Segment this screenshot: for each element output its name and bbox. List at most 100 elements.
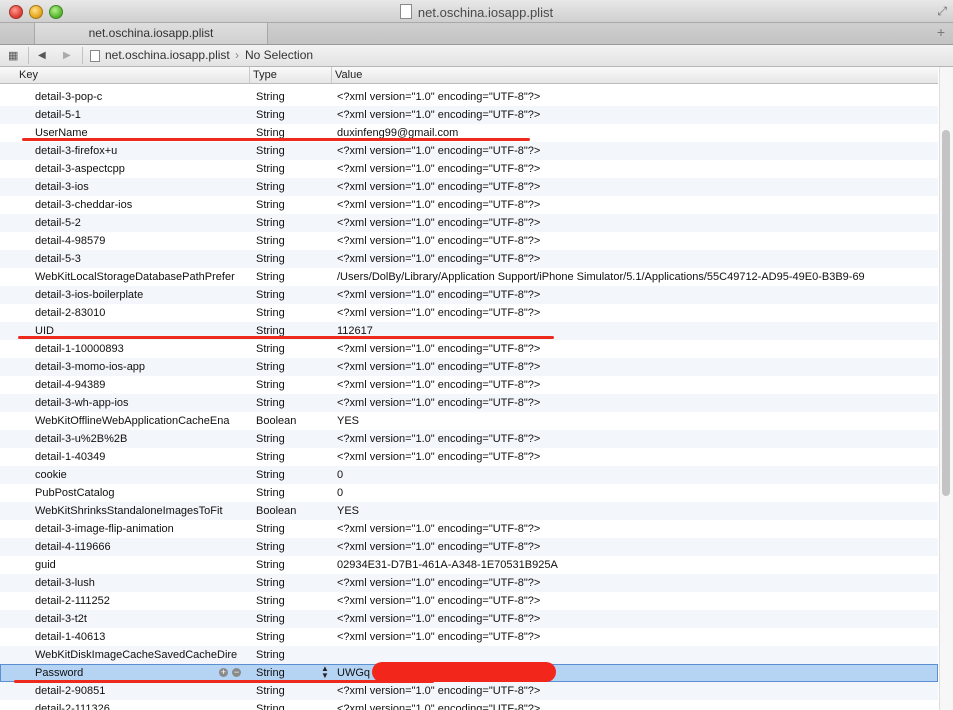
column-value-header[interactable]: Value — [335, 69, 362, 81]
row-type[interactable]: String — [256, 559, 326, 571]
row-key[interactable]: detail-3-image-flip-animation — [35, 523, 247, 535]
row-key[interactable]: detail-4-119666 — [35, 541, 247, 553]
table-row[interactable]: detail-4-98579 String <?xml version="1.0" … — [0, 232, 938, 250]
row-key[interactable]: detail-2-111326 — [35, 703, 247, 710]
table-row[interactable]: PubPostCatalog String 0 — [0, 484, 938, 502]
table-row[interactable]: WebKitShrinksStandaloneImagesToFit Boolea… — [0, 502, 938, 520]
row-value[interactable]: <?xml version="1.0" encoding="UTF-8"?> — [337, 145, 937, 157]
row-type[interactable]: String — [256, 523, 326, 535]
row-value[interactable]: 0 — [337, 487, 937, 499]
row-value[interactable]: <?xml version="1.0" encoding="UTF-8"?> — [337, 613, 937, 625]
row-type[interactable]: String — [256, 235, 326, 247]
row-key[interactable]: detail-5-2 — [35, 217, 247, 229]
row-type[interactable]: String — [256, 685, 326, 697]
row-type[interactable]: String — [256, 397, 326, 409]
row-type[interactable]: String — [256, 649, 326, 661]
table-row[interactable]: detail-3-momo-ios-app String <?xml version… — [0, 358, 938, 376]
row-value[interactable]: YES — [337, 505, 937, 517]
table-row[interactable]: detail-3-t2t String <?xml version="1.0" en… — [0, 610, 938, 628]
row-value[interactable]: YES — [337, 415, 937, 427]
table-row[interactable]: guid String 02934E31-D7B1-461A-A348-1E7053… — [0, 556, 938, 574]
row-value[interactable]: <?xml version="1.0" encoding="UTF-8"?> — [337, 343, 937, 355]
row-type[interactable]: Boolean — [256, 505, 326, 517]
table-row[interactable]: detail-3-cheddar-ios String <?xml version=… — [0, 196, 938, 214]
row-type[interactable]: String — [256, 361, 326, 373]
row-value[interactable]: 02934E31-D7B1-461A-A348-1E70531B925A — [337, 559, 937, 571]
row-value[interactable]: <?xml version="1.0" encoding="UTF-8"?> — [337, 163, 937, 175]
row-value[interactable]: <?xml version="1.0" encoding="UTF-8"?> — [337, 451, 937, 463]
table-row[interactable]: detail-2-111326 String <?xml version="1.0"… — [0, 700, 938, 710]
back-arrow-icon[interactable]: ◀ — [38, 50, 46, 61]
row-type[interactable]: String — [256, 577, 326, 589]
table-row[interactable]: detail-1-10000893 String <?xml version="1.… — [0, 340, 938, 358]
row-type[interactable]: String — [256, 379, 326, 391]
row-key[interactable]: detail-1-10000893 — [35, 343, 247, 355]
row-value[interactable]: <?xml version="1.0" encoding="UTF-8"?> — [337, 595, 937, 607]
row-type[interactable]: String — [256, 595, 326, 607]
row-key[interactable]: detail-4-94389 — [35, 379, 247, 391]
forward-arrow-icon[interactable]: ▶ — [63, 50, 71, 61]
table-row[interactable]: detail-3-ios String <?xml version="1.0" en… — [0, 178, 938, 196]
row-key[interactable]: detail-2-83010 — [35, 307, 247, 319]
row-type[interactable]: String — [256, 667, 326, 679]
row-type[interactable]: String — [256, 343, 326, 355]
table-row[interactable]: detail-3-ios-boilerplate String <?xml vers… — [0, 286, 938, 304]
table-row[interactable]: detail-5-1 String <?xml version="1.0" enco… — [0, 106, 938, 124]
table-row[interactable]: detail-1-40349 String <?xml version="1.0" … — [0, 448, 938, 466]
table-row[interactable]: detail-3-firefox+u String <?xml version="1… — [0, 142, 938, 160]
table-row[interactable]: detail-3-aspectcpp String <?xml version="1… — [0, 160, 938, 178]
row-type[interactable]: String — [256, 181, 326, 193]
add-tab-icon[interactable]: + — [937, 24, 945, 40]
table-row[interactable]: detail-3-pop-c String <?xml version="1.0" … — [0, 88, 938, 106]
table-row[interactable]: detail-2-90851 String <?xml version="1.0" … — [0, 682, 938, 700]
row-value[interactable]: <?xml version="1.0" encoding="UTF-8"?> — [337, 253, 937, 265]
row-type[interactable]: String — [256, 91, 326, 103]
row-value[interactable]: 0 — [337, 469, 937, 481]
tab-plist[interactable]: net.oschina.iosapp.plist — [34, 23, 268, 44]
row-type[interactable]: String — [256, 631, 326, 643]
row-key[interactable]: detail-1-40349 — [35, 451, 247, 463]
row-key[interactable]: detail-5-3 — [35, 253, 247, 265]
row-value[interactable]: <?xml version="1.0" encoding="UTF-8"?> — [337, 541, 937, 553]
table-row[interactable]: detail-5-2 String <?xml version="1.0" enco… — [0, 214, 938, 232]
row-key[interactable]: Password — [35, 667, 247, 679]
column-type-header[interactable]: Type — [253, 69, 277, 81]
row-value[interactable]: <?xml version="1.0" encoding="UTF-8"?> — [337, 685, 937, 697]
row-key[interactable]: detail-3-cheddar-ios — [35, 199, 247, 211]
row-type[interactable]: String — [256, 163, 326, 175]
row-type[interactable]: String — [256, 433, 326, 445]
row-key[interactable]: detail-3-ios-boilerplate — [35, 289, 247, 301]
add-row-icon[interactable]: + — [219, 668, 228, 677]
row-key[interactable]: detail-2-111252 — [35, 595, 247, 607]
row-key[interactable]: detail-3-ios — [35, 181, 247, 193]
row-key[interactable]: guid — [35, 559, 247, 571]
row-value[interactable]: <?xml version="1.0" encoding="UTF-8"?> — [337, 289, 937, 301]
row-value[interactable]: <?xml version="1.0" encoding="UTF-8"?> — [337, 235, 937, 247]
row-key[interactable]: detail-3-momo-ios-app — [35, 361, 247, 373]
fullscreen-icon[interactable]: ⤢ — [937, 4, 947, 19]
table-row[interactable]: detail-2-83010 String <?xml version="1.0" … — [0, 304, 938, 322]
scrollbar-thumb[interactable] — [942, 130, 950, 496]
table-row[interactable]: detail-3-image-flip-animation String <?xml… — [0, 520, 938, 538]
row-type[interactable]: String — [256, 145, 326, 157]
row-key[interactable]: WebKitShrinksStandaloneImagesToFit — [35, 505, 247, 517]
remove-row-icon[interactable]: − — [232, 668, 241, 677]
row-value[interactable]: /Users/DolBy/Library/Application Support… — [337, 271, 937, 283]
row-value[interactable]: <?xml version="1.0" encoding="UTF-8"?> — [337, 523, 937, 535]
row-key[interactable]: detail-3-wh-app-ios — [35, 397, 247, 409]
row-key[interactable]: PubPostCatalog — [35, 487, 247, 499]
row-type[interactable]: String — [256, 253, 326, 265]
table-row[interactable]: detail-1-40613 String <?xml version="1.0" … — [0, 628, 938, 646]
column-key-header[interactable]: Key — [19, 69, 38, 81]
row-value[interactable]: <?xml version="1.0" encoding="UTF-8"?> — [337, 703, 937, 710]
row-type[interactable]: String — [256, 469, 326, 481]
row-type[interactable]: Boolean — [256, 415, 326, 427]
table-row[interactable]: detail-3-u%2B%2B String <?xml version="1.0… — [0, 430, 938, 448]
row-key[interactable]: detail-3-pop-c — [35, 91, 247, 103]
type-popup-stepper-icon[interactable]: ▲ ▼ — [321, 665, 329, 680]
row-type[interactable]: String — [256, 613, 326, 625]
related-items-icon[interactable]: ▦ — [8, 49, 18, 62]
table-row[interactable]: cookie String 0 — [0, 466, 938, 484]
table-row[interactable]: detail-4-94389 String <?xml version="1.0" … — [0, 376, 938, 394]
row-key[interactable]: detail-3-firefox+u — [35, 145, 247, 157]
